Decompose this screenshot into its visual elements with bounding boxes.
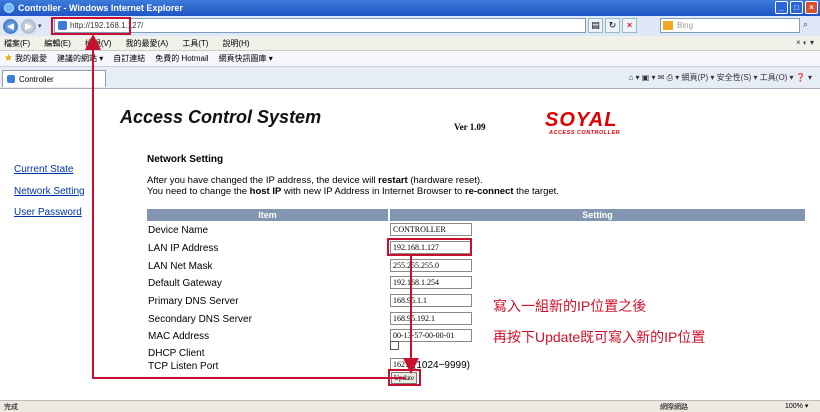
version-label: Ver 1.09 [454,122,486,132]
update-highlight-box [388,369,421,386]
minimize-button[interactable]: _ [775,1,788,14]
label-lan-ip: LAN IP Address [148,243,219,254]
window-controls: _ □ × [775,1,818,14]
tab-label: Controller [19,74,54,84]
close-button[interactable]: × [805,1,818,14]
annotation-line-2: 再按下Update既可寫入新的IP位置 [493,329,706,345]
label-primary-dns: Primary DNS Server [148,296,239,307]
favorites-link-custom[interactable]: 自訂連結 [113,53,145,64]
menu-edit[interactable]: 編輯(E) [44,38,71,49]
soyal-logo-subtitle: ACCESS CONTROLLER [549,130,621,136]
menu-right-tools[interactable]: × ◐ ▾ [796,38,814,47]
label-tcp-port: TCP Listen Port [148,361,219,372]
maximize-button[interactable]: □ [790,1,803,14]
sidebar-item-network-setting[interactable]: Network Setting [14,186,85,197]
address-input[interactable]: http://192.168.1.127/ [54,18,586,33]
history-dropdown-icon[interactable]: ▾ [38,22,42,30]
dhcp-checkbox[interactable] [390,341,399,350]
label-dhcp-client: DHCP Client [148,348,205,359]
label-device-name: Device Name [148,225,209,236]
menu-help[interactable]: 說明(H) [222,38,249,49]
port-range-hint: (1024~9999) [413,360,470,371]
window-titlebar: Controller - Windows Internet Explorer _… [0,0,820,16]
status-bar: 完成 網際網路 100% ▾ [0,400,820,412]
ie-icon [4,3,14,13]
bing-icon [663,21,673,30]
favorites-button[interactable]: ★ 我的最愛 [4,53,47,64]
label-gateway: Default Gateway [148,278,222,289]
page-title: Access Control System [120,107,322,127]
menu-favorites[interactable]: 我的最愛(A) [126,38,169,49]
favorites-link-hotmail[interactable]: 免費的 Hotmail [155,53,208,64]
section-title: Network Setting [147,154,224,165]
label-secondary-dns: Secondary DNS Server [148,314,252,325]
net-mask-field[interactable]: 255.255.255.0 [390,259,472,272]
menu-file[interactable]: 檔案(F) [4,38,30,49]
address-tools: ▤ ↻ × [588,18,637,33]
favorites-link-gallery[interactable]: 網頁快訊圖庫 ▾ [219,53,273,64]
column-header-item: Item [147,209,388,221]
favorites-bar: ★ 我的最愛 建議的網站 ▾ 自訂連結 免費的 Hotmail 網頁快訊圖庫 ▾ [0,51,820,67]
sidebar-item-user-password[interactable]: User Password [14,207,82,218]
tab-bar: Controller ⌂ ▾ ▣ ▾ ✉ ⎙ ▾ 網頁(P) ▾ 安全性(S) … [0,67,820,89]
menu-view[interactable]: 檢視(V) [85,38,112,49]
compat-view-icon[interactable]: ▤ [588,18,603,33]
search-placeholder: Bing [677,21,694,30]
stop-icon[interactable]: × [622,18,637,33]
settings-table-header: Item Setting [147,209,805,221]
soyal-logo: SOYAL [545,109,618,131]
status-zone: 網際網路 [660,404,688,411]
tab-controller[interactable]: Controller [2,70,106,87]
column-header-setting: Setting [390,209,805,221]
status-text: 完成 [4,404,18,411]
forward-button[interactable]: ▶ [21,18,36,34]
gateway-field[interactable]: 192.168.1.254 [390,276,472,289]
window-title: Controller - Windows Internet Explorer [18,3,183,13]
search-input[interactable]: Bing [660,18,800,33]
menu-bar: 檔案(F) 編輯(E) 檢視(V) 我的最愛(A) 工具(T) 說明(H) × … [0,36,820,51]
favorites-link-suggested[interactable]: 建議的網站 ▾ [57,53,103,64]
mac-address-field[interactable]: 00-13-57-00-00-01 [390,329,472,342]
secondary-dns-field[interactable]: 168.95.192.1 [390,312,472,325]
page-icon [7,75,15,83]
device-name-field[interactable]: CONTROLLER [390,223,472,236]
primary-dns-field[interactable]: 168.95.1.1 [390,294,472,307]
label-net-mask: LAN Net Mask [148,261,213,272]
refresh-icon[interactable]: ↻ [605,18,620,33]
command-bar[interactable]: ⌂ ▾ ▣ ▾ ✉ ⎙ ▾ 網頁(P) ▾ 安全性(S) ▾ 工具(O) ▾ ❓… [628,72,812,83]
label-mac-address: MAC Address [148,331,210,342]
ip-field-highlight-box [387,238,472,256]
back-button[interactable]: ◀ [3,18,18,34]
notice-text: After you have changed the IP address, t… [147,175,559,197]
annotation-line-1: 寫入一組新的IP位置之後 [493,298,647,314]
sidebar-item-current-state[interactable]: Current State [14,164,73,175]
zoom-level[interactable]: 100% ▾ [785,402,808,410]
menu-tools[interactable]: 工具(T) [182,38,208,49]
star-icon: ★ [4,53,13,64]
search-icon[interactable]: ⌕ [803,19,808,30]
url-highlight-box [51,17,131,35]
